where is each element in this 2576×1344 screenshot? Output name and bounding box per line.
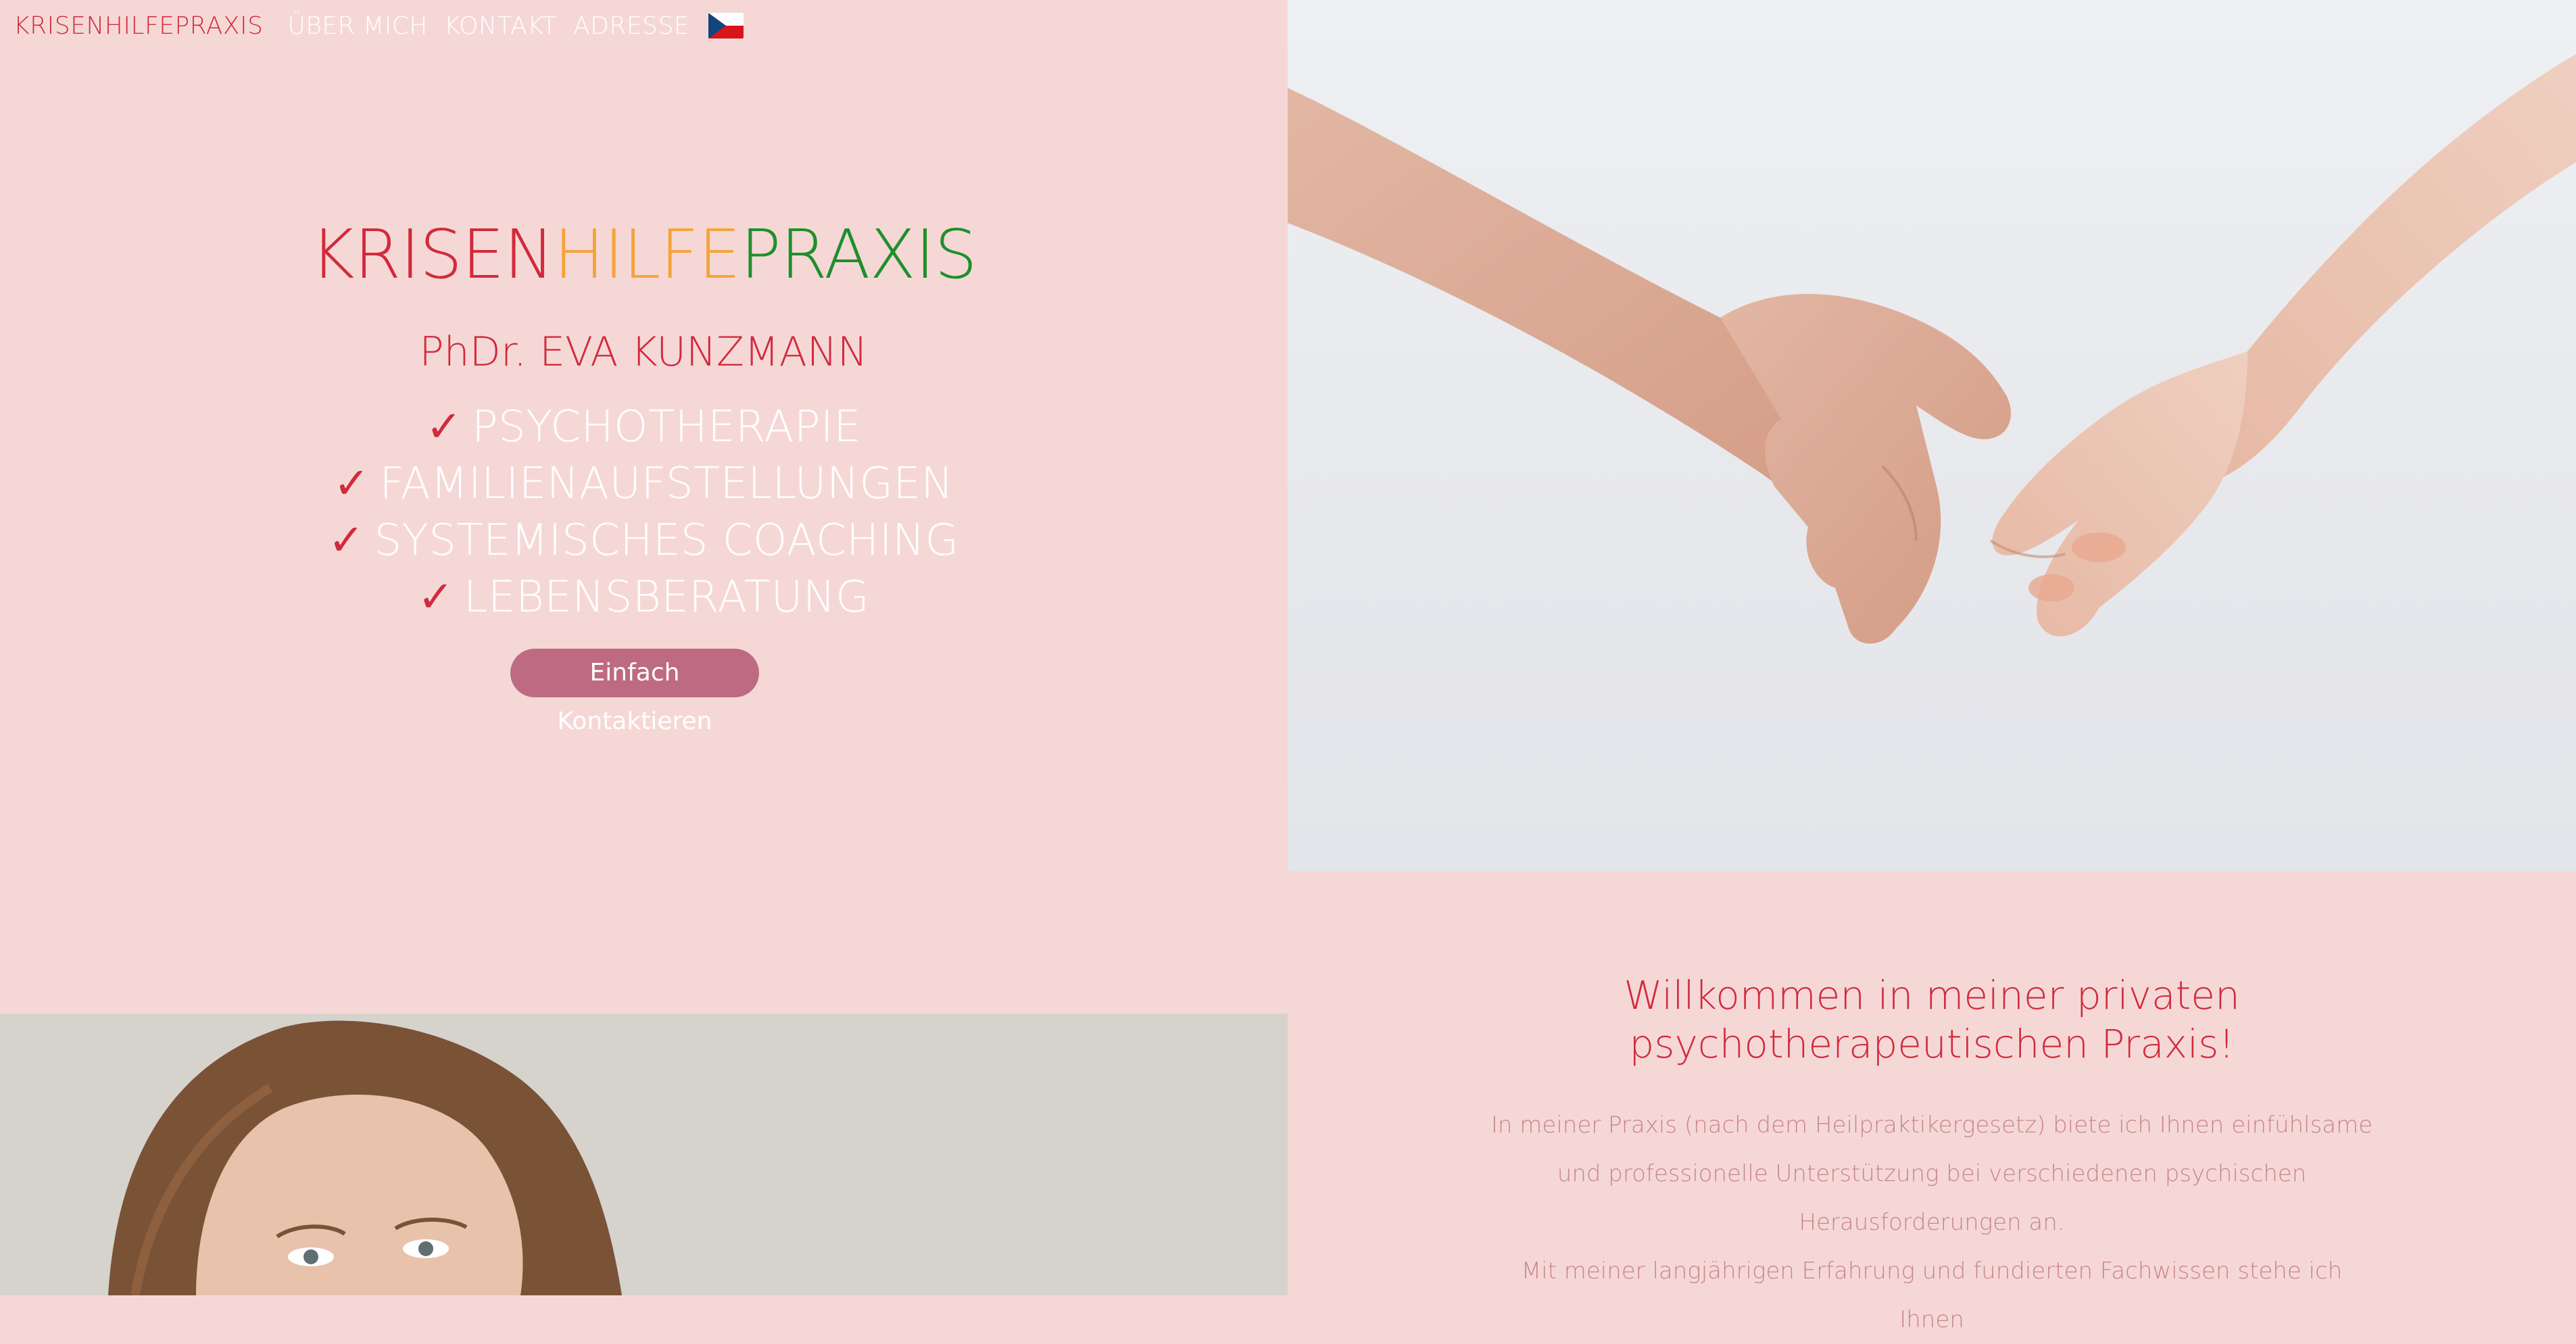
service-label: SYSTEMISCHES COACHING [374, 516, 959, 566]
paragraph-line: und professionelle Unterstützung bei ver… [1557, 1160, 2307, 1187]
logo-part-hilfe: HILFE [554, 215, 741, 294]
service-item: ✓ LEBENSBERATUNG [0, 569, 1287, 626]
holding-hands-image [1288, 0, 2576, 871]
service-label: PSYCHOTHERAPIE [471, 402, 862, 452]
logo-part-praxis: PRAXIS [740, 215, 977, 294]
service-item: ✓ PSYCHOTHERAPIE [0, 399, 1287, 455]
doctor-name: PhDr. EVA KUNZMANN [419, 328, 868, 376]
service-item: ✓ FAMILIENAUFSTELLUNGEN [0, 455, 1287, 512]
check-icon: ✓ [425, 402, 462, 452]
welcome-heading-line2: psychotherapeutischen Praxis! [1629, 1021, 2235, 1067]
contact-button[interactable]: Einfach Kontaktieren [510, 649, 759, 735]
hero-section: KRISENHILFEPRAXIS PhDr. EVA KUNZMANN ✓ PS… [0, 0, 1287, 1014]
welcome-paragraph: In meiner Praxis (nach dem Heilpraktiker… [1490, 1101, 2373, 1344]
service-item: ✓ SYSTEMISCHES COACHING [0, 512, 1287, 569]
paragraph-line: Herausforderungen an. [1799, 1209, 2065, 1236]
services-list: ✓ PSYCHOTHERAPIE ✓ FAMILIENAUFSTELLUNGEN ✓… [0, 399, 1287, 626]
welcome-heading: Willkommen in meiner privaten psychother… [1288, 971, 2576, 1068]
check-icon: ✓ [333, 459, 370, 509]
welcome-section: Willkommen in meiner privaten psychother… [1288, 871, 2576, 1333]
paragraph-line: Mit meiner langjährigen Erfahrung und fu… [1521, 1258, 2343, 1333]
welcome-heading-line1: Willkommen in meiner privaten [1624, 972, 2240, 1018]
service-label: LEBENSBERATUNG [463, 572, 870, 622]
logo-part-krisen: KRISEN [310, 215, 554, 294]
portrait-photo [0, 1014, 1288, 1295]
check-icon: ✓ [328, 516, 365, 566]
service-label: FAMILIENAUFSTELLUNGEN [379, 459, 954, 509]
hero-logo: KRISENHILFEPRAXIS [0, 218, 1287, 292]
check-icon: ✓ [417, 572, 454, 622]
paragraph-line: In meiner Praxis (nach dem Heilpraktiker… [1490, 1112, 2373, 1139]
